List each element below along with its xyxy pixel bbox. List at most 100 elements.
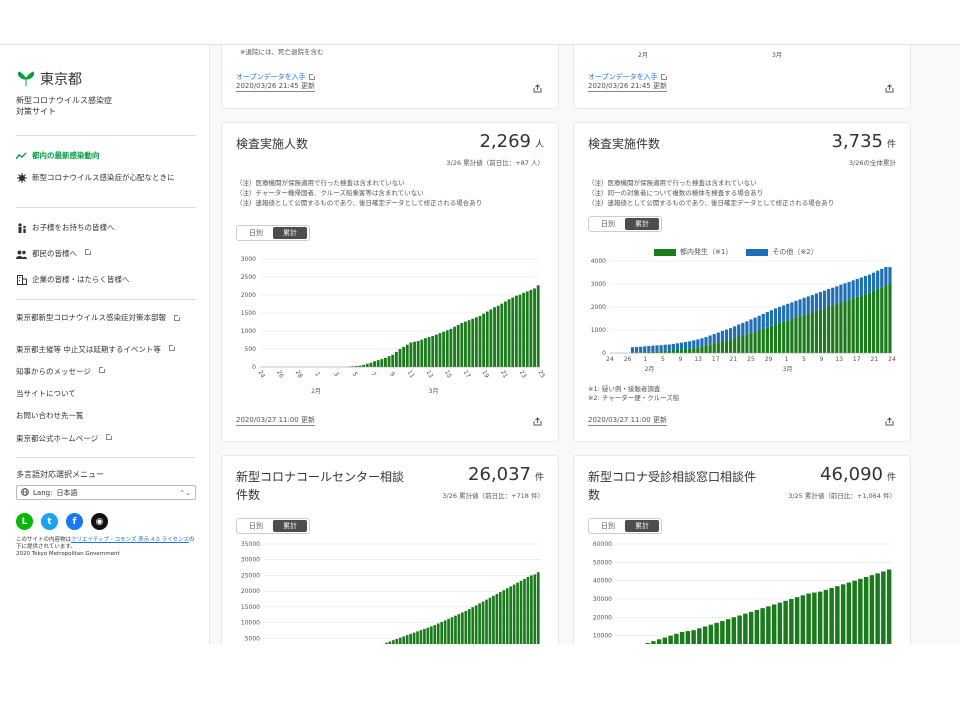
bar[interactable] (442, 331, 446, 367)
bar[interactable] (839, 284, 843, 303)
bar[interactable] (778, 323, 782, 353)
bar[interactable] (481, 601, 485, 644)
bar[interactable] (464, 610, 468, 644)
bar[interactable] (525, 291, 529, 367)
bar[interactable] (671, 344, 675, 351)
bar[interactable] (737, 615, 742, 645)
bar[interactable] (708, 624, 714, 644)
bar[interactable] (457, 614, 461, 644)
bar[interactable] (504, 301, 507, 367)
bar[interactable] (474, 605, 478, 644)
nav-item-about[interactable]: 当サイトについて (16, 389, 198, 399)
bar[interactable] (530, 575, 533, 644)
bar[interactable] (737, 336, 741, 353)
bar[interactable] (684, 341, 688, 350)
bar[interactable] (798, 299, 802, 317)
bar[interactable] (728, 328, 733, 340)
bar[interactable] (471, 607, 475, 644)
share-icon[interactable] (885, 417, 894, 426)
bar[interactable] (716, 342, 720, 353)
bar[interactable] (859, 295, 863, 354)
bar[interactable] (651, 345, 655, 352)
nav-item-hq-report[interactable]: 東京都新型コロナウイルス感染症対策本部報 (16, 313, 191, 323)
bar[interactable] (443, 620, 447, 644)
bar[interactable] (696, 347, 700, 353)
bar[interactable] (391, 354, 395, 367)
daily-button[interactable]: 日別 (239, 520, 273, 532)
nav-item-governor-message[interactable]: 知事からのメッセージ (16, 366, 198, 377)
bar[interactable] (835, 303, 839, 353)
bar[interactable] (835, 286, 839, 304)
bar[interactable] (794, 317, 798, 353)
bar[interactable] (493, 307, 496, 367)
bar[interactable] (507, 299, 511, 367)
bar[interactable] (426, 627, 430, 644)
nav-item-worried[interactable]: 新型コロナウイルス感染症が心配なときに (16, 173, 198, 183)
bar[interactable] (519, 580, 523, 644)
bar[interactable] (712, 334, 716, 344)
bar[interactable] (725, 619, 731, 644)
bar[interactable] (433, 625, 437, 644)
bar[interactable] (863, 577, 869, 644)
bar[interactable] (502, 590, 506, 644)
bar[interactable] (423, 628, 426, 644)
bar[interactable] (802, 314, 806, 353)
bar[interactable] (467, 609, 471, 644)
bar[interactable] (445, 330, 449, 367)
bar[interactable] (748, 611, 754, 644)
bar[interactable] (773, 308, 778, 325)
bar[interactable] (655, 345, 659, 352)
bar[interactable] (741, 322, 745, 336)
bar[interactable] (679, 349, 684, 353)
nav-item-citizens[interactable]: 都民の皆様へ (16, 248, 198, 259)
bar[interactable] (818, 292, 823, 310)
license-link[interactable]: クリエイティブ・コモンズ 表示 4.0 ライセンス (71, 537, 189, 543)
bar[interactable] (436, 623, 440, 644)
bar[interactable] (806, 296, 810, 314)
bar[interactable] (851, 298, 855, 353)
bar[interactable] (867, 292, 872, 353)
bar[interactable] (702, 626, 708, 645)
bar[interactable] (416, 341, 420, 367)
bar[interactable] (712, 343, 716, 353)
bar[interactable] (429, 626, 433, 644)
bar[interactable] (438, 333, 442, 367)
bar[interactable] (817, 591, 823, 644)
bar[interactable] (671, 350, 675, 353)
bar[interactable] (771, 604, 777, 645)
bar[interactable] (398, 637, 402, 644)
bar[interactable] (790, 318, 794, 353)
nav-item-latest-trend[interactable]: 都内の最新感染動向 (16, 151, 198, 161)
cumulative-button[interactable]: 累計 (625, 520, 659, 532)
bar[interactable] (786, 320, 790, 353)
bar[interactable] (741, 335, 745, 353)
bar[interactable] (516, 582, 519, 644)
bar[interactable] (449, 328, 453, 367)
bar[interactable] (704, 337, 708, 346)
nav-item-events[interactable]: 東京都主催等 中止又は延期するイベント等 (16, 344, 198, 355)
bar[interactable] (500, 303, 504, 367)
bar[interactable] (822, 307, 827, 353)
bar[interactable] (847, 281, 851, 300)
bar[interactable] (708, 335, 712, 345)
bar[interactable] (529, 289, 533, 367)
daily-button[interactable]: 日別 (591, 520, 625, 532)
bar[interactable] (688, 341, 692, 349)
bar[interactable] (749, 319, 753, 333)
bar[interactable] (656, 639, 662, 644)
bar[interactable] (753, 317, 757, 332)
bar[interactable] (395, 638, 399, 644)
bar[interactable] (514, 295, 518, 367)
bar[interactable] (454, 615, 457, 644)
open-data-link[interactable]: オープンデータを入手 (236, 73, 316, 82)
bar[interactable] (643, 346, 647, 353)
bar[interactable] (398, 349, 402, 367)
bar[interactable] (714, 622, 719, 644)
bar[interactable] (802, 297, 806, 315)
bar[interactable] (700, 338, 704, 347)
bar[interactable] (757, 315, 761, 330)
site-logo[interactable]: 東京都 (16, 69, 82, 89)
bar[interactable] (827, 289, 831, 307)
bar[interactable] (482, 313, 486, 367)
bar[interactable] (760, 608, 765, 644)
